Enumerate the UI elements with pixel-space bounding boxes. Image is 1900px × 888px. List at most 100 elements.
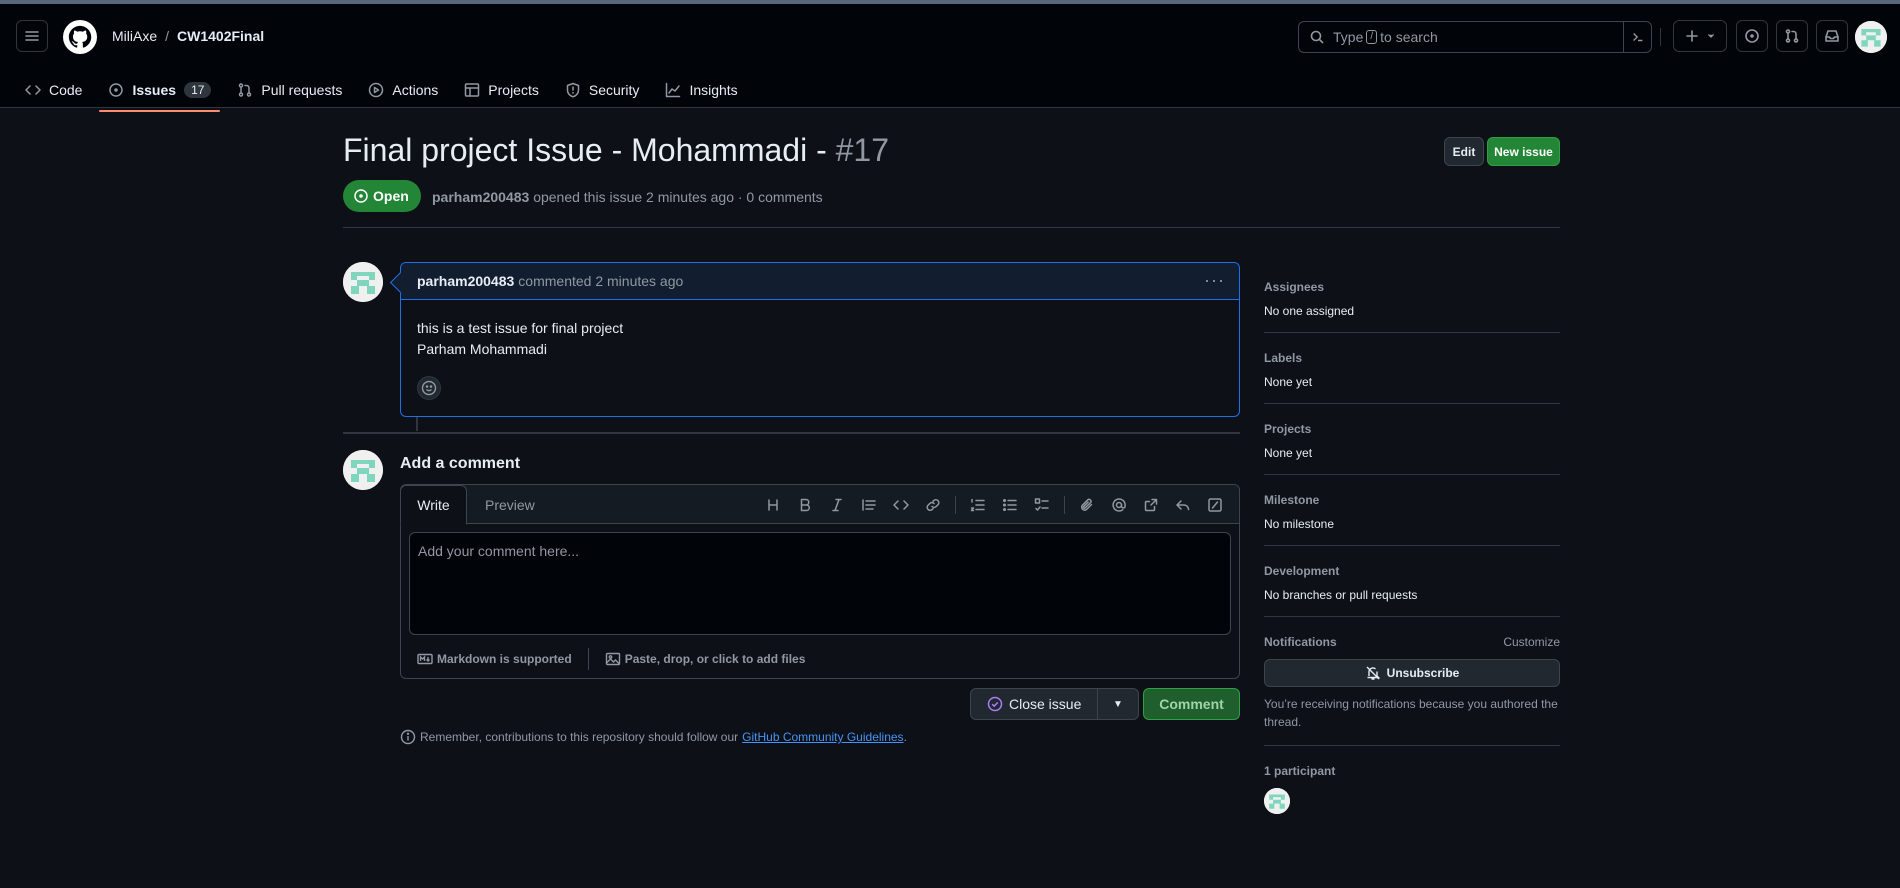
inbox-icon — [1825, 30, 1839, 42]
slash-commands-button[interactable] — [1199, 489, 1231, 521]
community-guidelines-link[interactable]: GitHub Community Guidelines — [742, 730, 903, 744]
search-icon — [1310, 30, 1324, 44]
issue-number: #17 — [835, 132, 889, 168]
sidebar-labels[interactable]: Labels None yet — [1264, 333, 1560, 404]
kebab-menu-icon[interactable]: ··· — [1204, 271, 1225, 289]
github-logo-icon[interactable] — [63, 20, 97, 54]
bold-button[interactable] — [789, 489, 821, 521]
tab-insights[interactable]: Insights — [656, 72, 746, 108]
tab-pull-requests-label: Pull requests — [261, 82, 343, 98]
create-new-button[interactable] — [1673, 20, 1727, 52]
tab-write[interactable]: Write — [400, 485, 467, 525]
comment-author-link[interactable]: parham200483 — [417, 273, 514, 289]
italic-icon — [832, 498, 842, 511]
tab-security[interactable]: Security — [556, 72, 649, 108]
list-ordered-icon — [970, 498, 985, 511]
unordered-list-button[interactable] — [994, 489, 1026, 521]
user-avatar[interactable] — [1855, 21, 1887, 53]
global-header: MiliAxe / CW1402Final Type / to search C… — [0, 4, 1900, 112]
plus-icon — [1686, 30, 1698, 42]
sidebar-assignees[interactable]: Assignees No one assigned — [1264, 270, 1560, 333]
formatting-toolbar — [757, 485, 1231, 524]
guidelines-note: Remember, contributions to this reposito… — [400, 729, 907, 745]
shield-icon — [566, 82, 580, 98]
comment-body: this is a test issue for final project P… — [401, 300, 1239, 360]
task-list-button[interactable] — [1026, 489, 1058, 521]
triangle-down-icon: ▼ — [1113, 698, 1123, 710]
heading-button[interactable] — [757, 489, 789, 521]
issue-opened-icon — [1745, 29, 1759, 43]
command-palette-button[interactable] — [1623, 22, 1651, 52]
tab-actions[interactable]: Actions — [359, 72, 447, 108]
tab-preview[interactable]: Preview — [485, 485, 535, 524]
milestone-value: No milestone — [1264, 517, 1335, 531]
menu-button[interactable] — [16, 20, 48, 52]
edit-button[interactable]: Edit — [1444, 137, 1484, 166]
inbox-button[interactable] — [1816, 20, 1848, 52]
guidelines-period: . — [903, 730, 907, 744]
pull-requests-button[interactable] — [1776, 20, 1808, 52]
attach-button[interactable] — [1071, 489, 1103, 521]
repo-name-link[interactable]: CW1402Final — [177, 28, 264, 44]
repo-nav: Code Issues 17 Pull requests Actions Pro… — [16, 72, 755, 112]
participant-avatar[interactable] — [1264, 788, 1290, 814]
markdown-icon — [417, 653, 433, 665]
issue-sidebar: Assignees No one assigned Labels None ye… — [1264, 270, 1560, 828]
search-input[interactable]: Type / to search — [1298, 21, 1652, 53]
attach-files-link[interactable]: Paste, drop, or click to add files — [605, 651, 806, 667]
link-button[interactable] — [917, 489, 949, 521]
code-button[interactable] — [885, 489, 917, 521]
unsubscribe-button[interactable]: Unsubscribe — [1264, 659, 1560, 687]
italic-button[interactable] — [821, 489, 853, 521]
markdown-help-link[interactable]: Markdown is supported — [417, 651, 572, 667]
comment-button[interactable]: Comment — [1143, 688, 1240, 720]
mention-button[interactable] — [1103, 489, 1135, 521]
cross-reference-button[interactable] — [1135, 489, 1167, 521]
tab-code-label: Code — [49, 82, 83, 98]
cross-reference-icon — [1144, 498, 1158, 511]
issues-button[interactable] — [1736, 20, 1768, 52]
header-divider — [1660, 28, 1661, 46]
identicon-avatar-icon — [1855, 21, 1887, 53]
comment-author-avatar[interactable] — [343, 262, 383, 302]
tab-code[interactable]: Code — [16, 72, 91, 108]
paperclip-icon — [1080, 498, 1093, 511]
sidebar-development[interactable]: Development No branches or pull requests — [1264, 546, 1560, 617]
list-unordered-icon — [1002, 498, 1017, 511]
close-issue-label: Close issue — [1009, 696, 1082, 712]
add-reaction-button[interactable] — [417, 376, 441, 400]
customize-link[interactable]: Customize — [1503, 635, 1560, 649]
new-issue-button[interactable]: New issue — [1487, 137, 1560, 166]
projects-value: None yet — [1264, 446, 1313, 460]
tab-projects[interactable]: Projects — [455, 72, 548, 108]
comment-textarea[interactable]: Add your comment here... — [409, 532, 1231, 635]
comment-timestamp[interactable]: commented 2 minutes ago — [518, 273, 683, 289]
tab-pull-requests[interactable]: Pull requests — [228, 72, 351, 108]
composer-avatar[interactable] — [343, 450, 383, 490]
status-label: Open — [373, 188, 409, 204]
close-options-dropdown[interactable]: ▼ — [1097, 689, 1138, 719]
toolbar-divider — [1064, 495, 1065, 514]
search-placeholder-end: to search — [1380, 29, 1438, 45]
close-issue-button[interactable]: Close issue — [971, 689, 1097, 719]
ordered-list-button[interactable] — [962, 489, 994, 521]
sidebar-milestone[interactable]: Milestone No milestone — [1264, 475, 1560, 546]
sidebar-projects[interactable]: Projects None yet — [1264, 404, 1560, 475]
heading-icon — [768, 498, 778, 511]
status-badge: Open — [343, 180, 421, 212]
attach-note: Paste, drop, or click to add files — [624, 652, 806, 666]
search-placeholder-start: Type — [1333, 29, 1364, 45]
quote-button[interactable] — [853, 489, 885, 521]
tab-security-label: Security — [588, 82, 640, 98]
labels-value: None yet — [1264, 375, 1313, 389]
saved-replies-button[interactable] — [1167, 489, 1199, 521]
tasklist-icon — [1034, 497, 1049, 511]
issue-author-link[interactable]: parham200483 — [432, 189, 529, 205]
reply-icon — [1176, 499, 1190, 510]
footer-divider — [587, 648, 589, 670]
tab-issues[interactable]: Issues 17 — [99, 72, 221, 112]
repo-owner-link[interactable]: MiliAxe — [112, 28, 157, 44]
smiley-icon — [421, 380, 437, 396]
tab-actions-label: Actions — [392, 82, 439, 98]
mention-icon — [1112, 497, 1126, 512]
